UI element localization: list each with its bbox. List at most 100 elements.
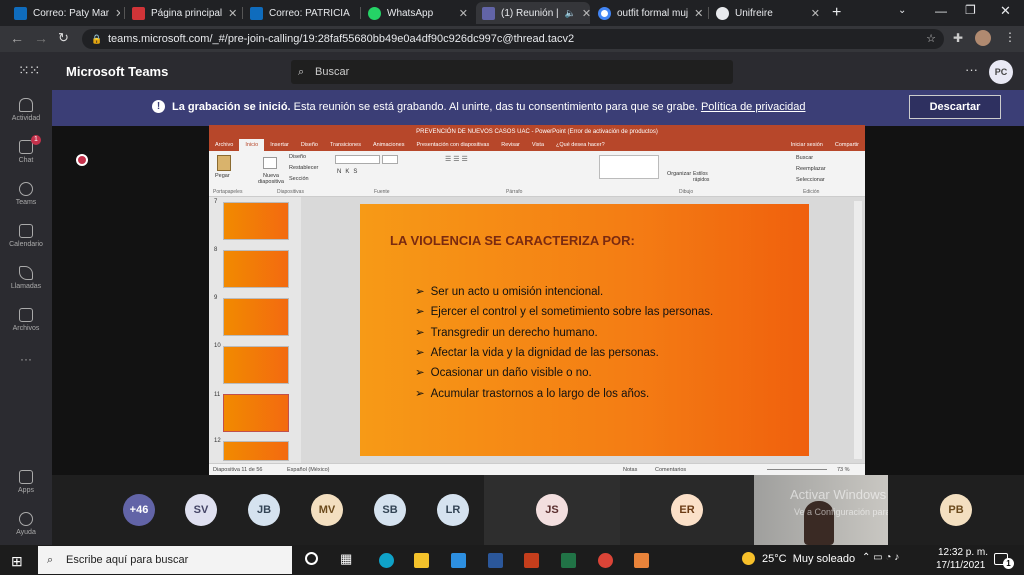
replace-button[interactable]: Reemplazar	[796, 166, 826, 172]
menu-icon[interactable]: ⋮	[1004, 30, 1016, 44]
rail-item-help[interactable]: Ayuda	[0, 512, 52, 536]
slide-thumbnail[interactable]	[223, 250, 289, 288]
ppt-sign-in[interactable]: Iniciar sesión	[785, 142, 829, 148]
current-slide[interactable]: LA VIOLENCIA SE CARACTERIZA POR: Ser un …	[360, 204, 809, 456]
url-field[interactable]: 🔒 teams.microsoft.com/_#/pre-join-calling…	[82, 29, 944, 49]
close-icon[interactable]: ✕	[115, 7, 120, 20]
browser-tab[interactable]: Correo: PATRICIA✕	[244, 2, 356, 24]
browser-tab[interactable]: WhatsApp ✕	[362, 2, 474, 24]
shapes-gallery[interactable]	[599, 155, 659, 179]
task-view-icon[interactable]: ▦	[340, 551, 352, 567]
close-window-button[interactable]: ✕	[1000, 3, 1011, 19]
ppt-tab-insert[interactable]: Insertar	[264, 142, 295, 148]
close-icon[interactable]: ✕	[459, 7, 468, 20]
find-button[interactable]: Buscar	[796, 155, 813, 161]
system-tray-icons[interactable]: ⌃ ▭ ◔ ♪	[862, 552, 899, 563]
ppt-tab-slideshow[interactable]: Presentación con diapositivas	[410, 142, 495, 148]
participant-overflow-avatar[interactable]: +46	[123, 494, 155, 526]
paste-icon[interactable]	[217, 155, 231, 171]
weather-text[interactable]: 25°C Muy soleado	[762, 553, 855, 565]
file-explorer-icon[interactable]	[414, 553, 429, 568]
ppt-tab-review[interactable]: Revisar	[495, 142, 526, 148]
ppt-tab-design[interactable]: Diseño	[295, 142, 324, 148]
mail-icon[interactable]	[451, 553, 466, 568]
participant-avatar[interactable]: JB	[248, 494, 280, 526]
reset-button[interactable]: Restablecer	[289, 165, 318, 171]
profile-avatar[interactable]	[975, 30, 991, 46]
browser-tab[interactable]: Página principal ✕	[126, 2, 238, 24]
section-button[interactable]: Sección	[289, 176, 309, 182]
quick-styles-button[interactable]: Estilos rápidos	[693, 171, 715, 183]
ppt-tab-home[interactable]: Inicio	[239, 139, 265, 151]
ppt-tab-transitions[interactable]: Transiciones	[324, 142, 367, 148]
media-player-icon[interactable]	[634, 553, 649, 568]
paragraph-buttons[interactable]: ☰ ☰ ☰	[445, 155, 468, 163]
participant-avatar[interactable]: SV	[185, 494, 217, 526]
comments-button[interactable]: Comentarios	[655, 464, 686, 475]
slide-thumbnail[interactable]	[223, 202, 289, 240]
slide-thumbnail[interactable]	[223, 346, 289, 384]
rail-item-files[interactable]: Archivos	[0, 308, 52, 332]
font-name-field[interactable]	[335, 155, 380, 164]
maximize-button[interactable]: ❐	[965, 3, 976, 17]
user-avatar[interactable]: PC	[989, 60, 1013, 84]
close-icon[interactable]: ✕	[582, 7, 590, 20]
participant-avatar[interactable]: JS	[536, 494, 568, 526]
browser-tab[interactable]: Unifreire ✕	[710, 2, 826, 24]
rail-item-teams[interactable]: Teams	[0, 182, 52, 206]
bookmark-star-icon[interactable]: ☆	[926, 29, 936, 49]
slide-thumbnail-selected[interactable]	[223, 394, 289, 432]
search-input[interactable]: ⌕ Buscar	[291, 60, 733, 84]
clock-time[interactable]: 12:32 p. m.	[938, 547, 988, 558]
arrange-button[interactable]: Organizar	[667, 171, 691, 177]
close-icon[interactable]: ✕	[694, 7, 703, 20]
extensions-icon[interactable]: ✚	[953, 31, 963, 45]
taskbar-search-input[interactable]: ⌕ Escribe aquí para buscar	[38, 546, 292, 574]
browser-tab-active[interactable]: (1) Reunión | 🔈 ✕	[476, 2, 590, 24]
ppt-tab-file[interactable]: Archivo	[209, 142, 239, 148]
ppt-share[interactable]: Compartir	[829, 142, 865, 148]
app-launcher-icon[interactable]: ⁙⁙	[18, 62, 40, 79]
browser-tab[interactable]: outfit formal muj ✕	[592, 2, 706, 24]
rail-item-calendar[interactable]: Calendario	[0, 224, 52, 248]
privacy-link[interactable]: Política de privacidad	[701, 101, 806, 113]
discard-button[interactable]: Descartar	[909, 95, 1001, 119]
new-tab-button[interactable]: +	[832, 4, 841, 22]
vertical-scrollbar[interactable]	[854, 201, 862, 459]
back-icon[interactable]: ←	[10, 30, 24, 46]
participant-avatar[interactable]: LR	[437, 494, 469, 526]
rail-item-chat[interactable]: Chat 1	[0, 135, 52, 164]
ppt-tab-animations[interactable]: Animaciones	[367, 142, 411, 148]
font-size-field[interactable]	[382, 155, 398, 164]
rail-item-activity[interactable]: Actividad	[0, 98, 52, 122]
ppt-tab-view[interactable]: Vista	[526, 142, 550, 148]
select-button[interactable]: Seleccionar	[796, 177, 825, 183]
chrome-icon[interactable]	[598, 553, 613, 568]
participant-avatar[interactable]: ER	[671, 494, 703, 526]
slide-thumbnail[interactable]	[223, 298, 289, 336]
new-slide-icon[interactable]	[263, 157, 277, 169]
word-icon[interactable]	[488, 553, 503, 568]
excel-icon[interactable]	[561, 553, 576, 568]
windows-start-icon[interactable]: ⊞	[11, 553, 23, 570]
edge-icon[interactable]	[379, 553, 394, 568]
participant-avatar[interactable]: PB	[940, 494, 972, 526]
reload-icon[interactable]: ↻	[58, 30, 69, 46]
close-icon[interactable]: ✕	[228, 7, 237, 20]
clock-date[interactable]: 17/11/2021	[936, 560, 985, 571]
rail-item-calls[interactable]: Llamadas	[0, 266, 52, 290]
more-options-icon[interactable]: ···	[965, 62, 978, 77]
powerpoint-icon[interactable]	[524, 553, 539, 568]
forward-icon[interactable]: →	[34, 30, 48, 46]
cortana-icon[interactable]	[305, 552, 318, 565]
rail-item-apps[interactable]: Apps	[0, 470, 52, 494]
layout-button[interactable]: Diseño	[289, 154, 306, 160]
participant-avatar[interactable]: SB	[374, 494, 406, 526]
minimize-button[interactable]: —	[935, 4, 947, 18]
more-apps-icon[interactable]: ···	[0, 352, 52, 366]
tab-search-icon[interactable]: ⌄	[898, 5, 906, 16]
participant-avatar[interactable]: MV	[311, 494, 343, 526]
close-icon[interactable]: ✕	[811, 7, 820, 20]
zoom-slider[interactable]	[767, 469, 827, 470]
browser-tab[interactable]: Correo: Paty Mar ✕	[8, 2, 120, 24]
